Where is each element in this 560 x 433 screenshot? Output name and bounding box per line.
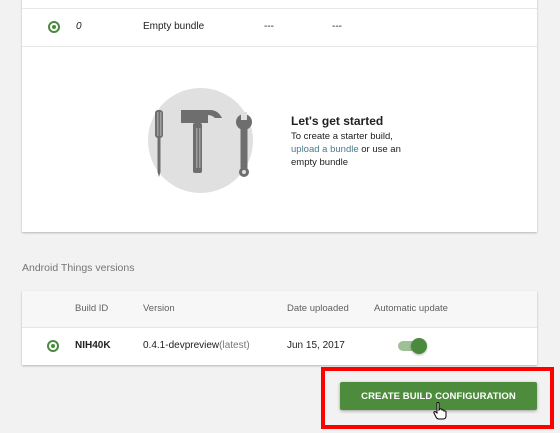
table-header: Build ID Version Date uploaded Automatic… [22, 291, 537, 328]
wrench-icon [236, 112, 252, 177]
col-automatic-update: Automatic update [374, 303, 448, 314]
bundle-col4: --- [332, 21, 342, 32]
toggle-knob[interactable] [411, 338, 427, 354]
get-started-line3: empty bundle [291, 157, 349, 168]
bundle-radio[interactable] [48, 21, 60, 33]
previous-row [22, 0, 537, 9]
col-build-id: Build ID [75, 303, 109, 314]
versions-table: Build ID Version Date uploaded Automatic… [22, 291, 537, 365]
hammer-icon [181, 110, 222, 173]
get-started-title: Let's get started [291, 114, 384, 128]
version-value: 0.4.1-devpreview [143, 340, 220, 351]
date-cell: Jun 15, 2017 [287, 340, 345, 351]
hand-cursor-icon [433, 402, 447, 420]
get-started-line1: To create a starter build, [291, 131, 393, 142]
bundle-card: 0 Empty bundle --- --- Let's get started… [22, 0, 537, 232]
get-started-line2-suffix: or use an [358, 144, 401, 155]
screwdriver-icon [155, 110, 163, 177]
android-things-section-title: Android Things versions [22, 262, 135, 274]
col-version: Version [143, 303, 175, 314]
table-row[interactable]: NIH40K 0.4.1-devpreview(latest) Jun 15, … [22, 328, 537, 365]
bundle-row[interactable]: 0 Empty bundle --- --- [22, 9, 537, 47]
get-started-line2: upload a bundle or use an [291, 143, 401, 156]
get-started-text: Let's get started To create a starter bu… [291, 115, 401, 169]
version-radio[interactable] [47, 340, 59, 352]
build-id-cell: NIH40K [75, 340, 111, 351]
bundle-version: 0 [76, 21, 82, 32]
version-tag: (latest) [219, 340, 250, 351]
bundle-col3: --- [264, 21, 274, 32]
tools-illustration [148, 88, 253, 193]
upload-bundle-link[interactable]: upload a bundle [291, 144, 359, 155]
col-date-uploaded: Date uploaded [287, 303, 349, 314]
version-cell: 0.4.1-devpreview(latest) [143, 340, 250, 351]
bundle-name: Empty bundle [143, 21, 205, 32]
